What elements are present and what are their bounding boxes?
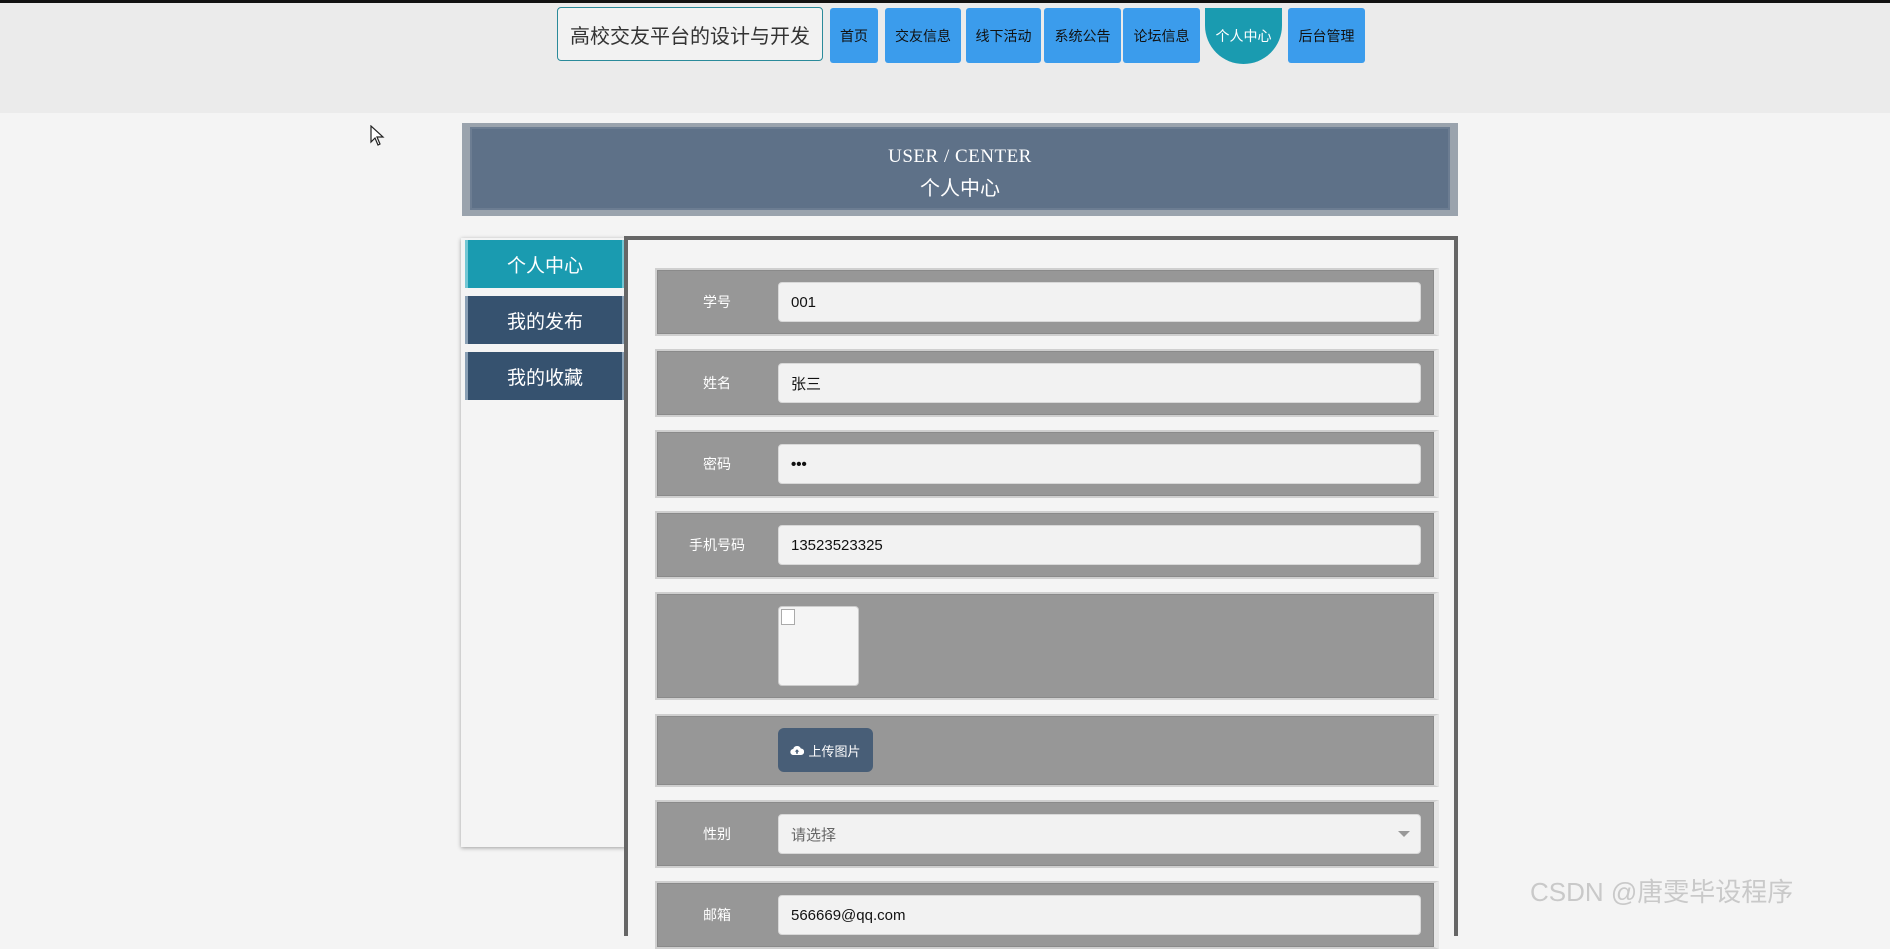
form-row-gender: 性别 请选择 <box>655 800 1439 868</box>
name-input[interactable]: 张三 <box>778 363 1421 403</box>
gender-label: 性别 <box>703 826 731 842</box>
nav-offline-activities[interactable]: 线下活动 <box>966 8 1041 63</box>
upload-image-label: 上传图片 <box>808 743 861 759</box>
email-label: 邮箱 <box>703 907 731 923</box>
nav-admin[interactable]: 后台管理 <box>1288 8 1365 63</box>
form-row-email: 邮箱 566669@qq.com <box>655 881 1439 949</box>
sidebar-item-my-favorites[interactable]: 我的收藏 <box>465 352 625 400</box>
form-row-student-id: 学号 001 <box>655 268 1439 336</box>
phone-input[interactable]: 13523523325 <box>778 525 1421 565</box>
gender-select[interactable]: 请选择 <box>778 814 1421 854</box>
nav-home[interactable]: 首页 <box>830 8 878 63</box>
email-input[interactable]: 566669@qq.com <box>778 895 1421 935</box>
top-navigation-bar: 高校交友平台的设计与开发 首页 交友信息 线下活动 系统公告 论坛信息 个人中心… <box>0 0 1890 113</box>
photo-label <box>657 594 777 698</box>
sidebar-item-personal-center[interactable]: 个人中心 <box>465 240 625 288</box>
page-header-banner: USER / CENTER 个人中心 <box>462 123 1458 216</box>
upload-image-button[interactable]: 上传图片 <box>778 728 873 772</box>
profile-form-panel: 学号 001 姓名 张三 密码 ••• 手机号码 13523523325 上传图… <box>624 236 1458 949</box>
cloud-upload-icon <box>790 745 805 755</box>
mouse-cursor-icon <box>370 125 385 146</box>
banner-title-en: USER / CENTER <box>888 146 1032 167</box>
student-id-input[interactable]: 001 <box>778 282 1421 322</box>
sidebar-item-my-posts[interactable]: 我的发布 <box>465 296 625 344</box>
password-label: 密码 <box>703 456 731 472</box>
phone-label: 手机号码 <box>689 537 745 553</box>
nav-system-announcements[interactable]: 系统公告 <box>1044 8 1121 63</box>
nav-forum-info[interactable]: 论坛信息 <box>1123 8 1200 63</box>
form-row-photo <box>655 592 1439 700</box>
password-input[interactable]: ••• <box>778 444 1421 484</box>
form-row-phone: 手机号码 13523523325 <box>655 511 1439 579</box>
chevron-down-icon <box>1398 831 1410 837</box>
nav-dating-info[interactable]: 交友信息 <box>885 8 961 63</box>
gender-select-placeholder: 请选择 <box>791 826 837 844</box>
form-row-name: 姓名 张三 <box>655 349 1439 417</box>
nav-personal-center[interactable]: 个人中心 <box>1205 8 1282 64</box>
avatar-image-preview[interactable] <box>778 606 859 686</box>
site-title[interactable]: 高校交友平台的设计与开发 <box>557 7 823 61</box>
name-label: 姓名 <box>703 375 731 391</box>
broken-image-icon <box>781 609 795 625</box>
csdn-watermark: CSDN @唐雯毕设程序 <box>1530 877 1794 907</box>
form-row-password: 密码 ••• <box>655 430 1439 498</box>
form-row-upload: 上传图片 <box>655 714 1439 787</box>
banner-title-zh: 个人中心 <box>920 178 1000 200</box>
sidebar-menu: 个人中心 我的发布 我的收藏 <box>461 238 626 847</box>
student-id-label: 学号 <box>703 294 731 310</box>
